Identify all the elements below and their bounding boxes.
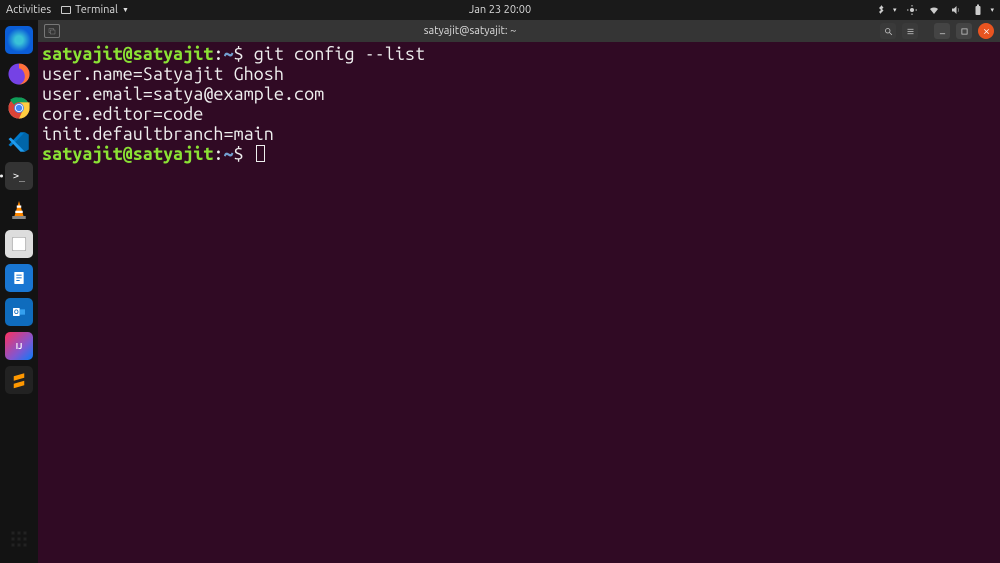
prompt-user-host: satyajit@satyajit [42, 144, 213, 164]
bluetooth-icon [875, 4, 887, 16]
apps-grid-icon [10, 530, 28, 548]
dock-writer[interactable] [5, 264, 33, 292]
prompt-user-host: satyajit@satyajit [42, 44, 213, 64]
close-icon [982, 27, 991, 36]
chevron-down-icon: ▾ [990, 6, 994, 14]
top-panel: Activities Terminal ▼ Jan 23 20:00 ▾ ▾ [0, 0, 1000, 20]
maximize-icon [960, 27, 969, 36]
command-text: git config --list [254, 44, 425, 64]
terminal-icon [61, 6, 71, 14]
dock-sublime[interactable] [5, 366, 33, 394]
output-line: core.editor=code [42, 104, 203, 124]
desktop: >_ O IJ satyajit@sat [0, 20, 1000, 563]
terminal-content[interactable]: satyajit@satyajit:~$ git config --list u… [38, 42, 1000, 563]
cursor [256, 145, 265, 162]
dock-vscode[interactable] [5, 128, 33, 156]
search-icon [884, 27, 893, 36]
output-line: user.name=Satyajit Ghosh [42, 64, 284, 84]
minimize-icon [938, 27, 947, 36]
svg-text:O: O [14, 310, 19, 316]
status-area[interactable]: ▾ ▾ [875, 4, 994, 16]
output-line: init.defaultbranch=main [42, 124, 274, 144]
terminal-window: satyajit@satyajit: ~ satyajit@satyajit:~… [38, 20, 1000, 563]
dock: >_ O IJ [0, 20, 38, 563]
output-line: user.email=satya@example.com [42, 84, 324, 104]
dock-files[interactable] [5, 230, 33, 258]
hamburger-button[interactable] [902, 23, 918, 39]
chevron-down-icon: ▼ [122, 6, 129, 14]
prompt-path: ~ [223, 144, 233, 164]
night-light-icon [906, 4, 918, 16]
dock-vlc[interactable] [5, 196, 33, 224]
dock-intellij[interactable]: IJ [5, 332, 33, 360]
search-button[interactable] [880, 23, 896, 39]
dock-terminal[interactable]: >_ [5, 162, 33, 190]
battery-icon [972, 4, 984, 16]
dock-edge[interactable] [5, 26, 33, 54]
chevron-down-icon: ▾ [893, 6, 897, 14]
minimize-button[interactable] [934, 23, 950, 39]
clock[interactable]: Jan 23 20:00 [469, 4, 531, 16]
hamburger-icon [906, 27, 915, 36]
app-menu[interactable]: Terminal ▼ [61, 4, 129, 16]
wifi-icon [928, 4, 940, 16]
show-applications-button[interactable] [5, 525, 33, 553]
prompt-path: ~ [223, 44, 233, 64]
close-button[interactable] [978, 23, 994, 39]
maximize-button[interactable] [956, 23, 972, 39]
volume-icon [950, 4, 962, 16]
app-menu-label: Terminal [75, 4, 118, 16]
activities-button[interactable]: Activities [6, 4, 51, 16]
new-tab-button[interactable] [44, 24, 60, 38]
new-tab-icon [48, 27, 56, 35]
dock-firefox[interactable] [5, 60, 33, 88]
dock-outlook[interactable]: O [5, 298, 33, 326]
titlebar: satyajit@satyajit: ~ [38, 20, 1000, 42]
dock-chrome[interactable] [5, 94, 33, 122]
window-title: satyajit@satyajit: ~ [66, 25, 874, 37]
